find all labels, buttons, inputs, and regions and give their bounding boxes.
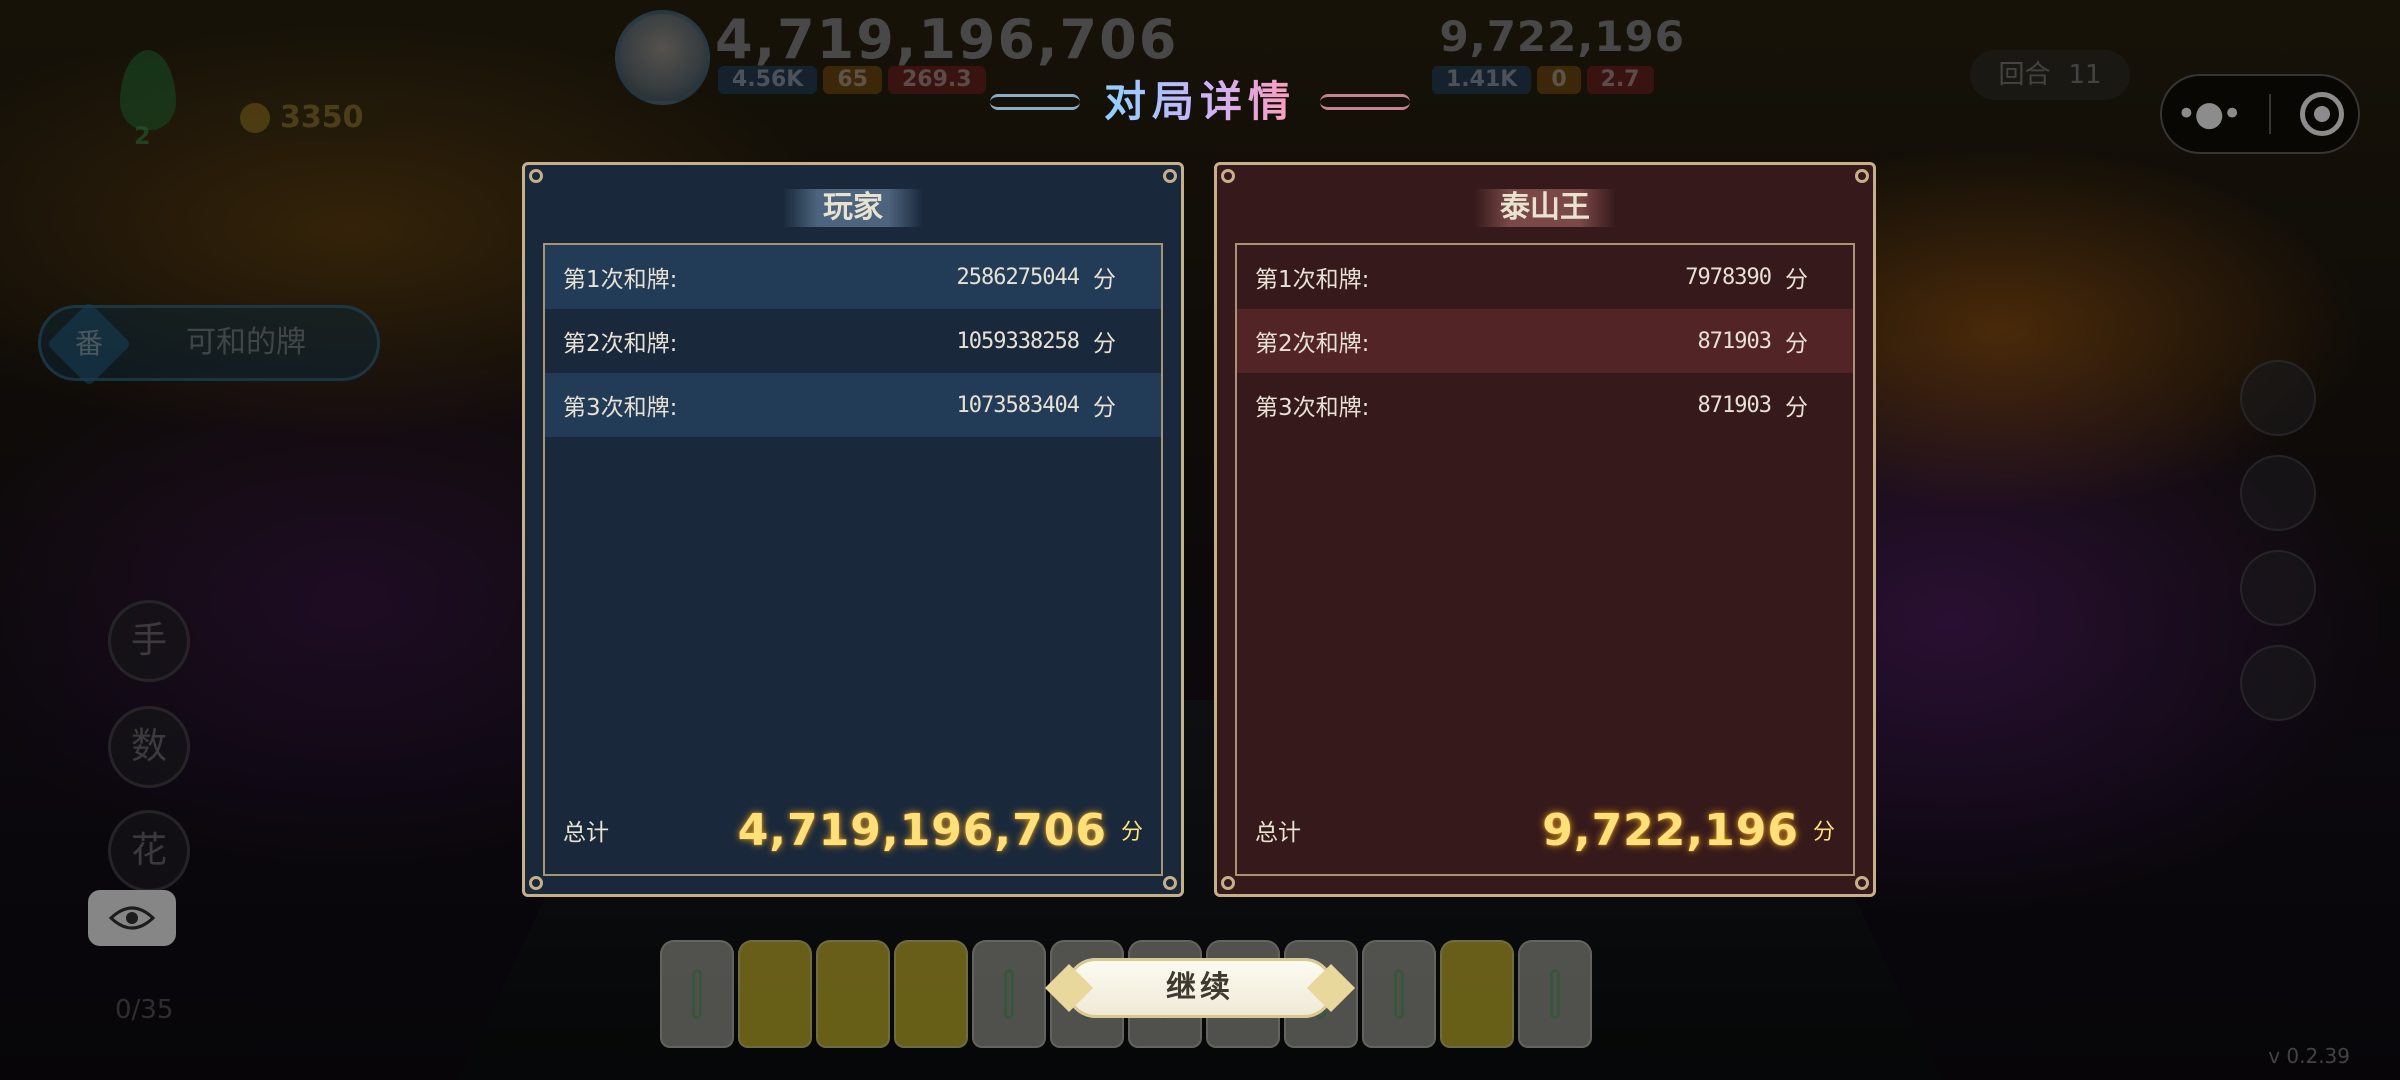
row-value: 871903 xyxy=(1697,328,1772,354)
match-details-title: 对局详情 xyxy=(990,72,1410,132)
row-label: 第3次和牌: xyxy=(1255,395,1370,421)
cloud-ornament-right-icon xyxy=(1320,94,1410,110)
mini-program-capsule: •●• xyxy=(2160,74,2360,154)
row-value: 1073583404 xyxy=(956,392,1080,418)
total-value: 9,722,196 xyxy=(1542,804,1799,856)
corner-ornament xyxy=(1855,876,1869,890)
deck-counter: 0/35 xyxy=(115,995,174,1025)
row-unit: 分 xyxy=(1785,395,1808,421)
mahjong-tile xyxy=(894,940,968,1048)
hud-player-score: 4,719,196,706 xyxy=(715,8,1179,71)
hud-opponent-score: 9,722,196 xyxy=(1439,12,1685,61)
row-label: 第1次和牌: xyxy=(1255,267,1370,293)
continue-button[interactable]: 继续 xyxy=(1066,958,1334,1018)
mahjong-tile xyxy=(816,940,890,1048)
total-value: 4,719,196,706 xyxy=(737,804,1107,856)
eye-toggle-button[interactable] xyxy=(88,890,176,946)
hud-player-mult: 269.3 xyxy=(887,66,986,94)
player-score-list: 第1次和牌: 2586275044 分 第2次和牌: 1059338258 分 … xyxy=(543,243,1163,876)
mahjong-tile xyxy=(660,940,734,1048)
player-panel-title: 玩家 xyxy=(783,189,923,227)
corner-ornament xyxy=(1221,876,1235,890)
score-row: 第3次和牌: 871903 分 xyxy=(1237,373,1853,437)
round-indicator: 回合 11 xyxy=(1970,50,2130,100)
plant-icon[interactable] xyxy=(2240,645,2316,721)
row-value: 7978390 xyxy=(1685,264,1772,290)
fan-badge-icon: 番 xyxy=(46,301,132,387)
vase-icon[interactable] xyxy=(2240,360,2316,436)
hud-opponent-mult: 2.7 xyxy=(1586,66,1654,94)
row-label: 第2次和牌: xyxy=(563,331,678,357)
score-row: 第2次和牌: 1059338258 分 xyxy=(545,309,1161,373)
total-unit: 分 xyxy=(1812,820,1835,845)
score-row: 第2次和牌: 871903 分 xyxy=(1237,309,1853,373)
row-unit: 分 xyxy=(1093,331,1116,357)
row-unit: 分 xyxy=(1093,395,1116,421)
row-label: 第3次和牌: xyxy=(563,395,678,421)
more-dots-icon[interactable]: •●• xyxy=(2176,94,2242,134)
score-row: 第1次和牌: 7978390 分 xyxy=(1237,245,1853,309)
corner-ornament xyxy=(1221,169,1235,183)
eye-icon xyxy=(109,906,155,930)
corner-ornament xyxy=(529,169,543,183)
row-value: 871903 xyxy=(1697,392,1772,418)
row-label: 第2次和牌: xyxy=(1255,331,1370,357)
player-total: 总计 4,719,196,706 分 xyxy=(563,800,1143,860)
hud-opponent-stats: 1.41K 0 2.7 xyxy=(1432,66,1654,96)
row-unit: 分 xyxy=(1785,331,1808,357)
boss-score-list: 第1次和牌: 7978390 分 第2次和牌: 871903 分 第3次和牌: … xyxy=(1235,243,1855,876)
count-button[interactable]: 数 xyxy=(108,706,190,788)
target-circle-icon[interactable] xyxy=(2299,92,2344,136)
flame-value: 2 xyxy=(134,122,151,150)
boss-total: 总计 9,722,196 分 xyxy=(1255,800,1835,860)
mahjong-tile xyxy=(1362,940,1436,1048)
flower-button[interactable]: 花 xyxy=(108,810,190,892)
player-avatar xyxy=(615,10,710,105)
version-label: v 0.2.39 xyxy=(2268,1044,2350,1068)
hud-player-fan: 65 xyxy=(823,66,882,94)
row-value: 1059338258 xyxy=(956,328,1080,354)
grapes-icon[interactable] xyxy=(2240,455,2316,531)
hud-player-stats: 4.56K 65 269.3 xyxy=(718,66,986,96)
capsule-divider xyxy=(2268,94,2271,134)
winning-tiles-label: 可和的牌 xyxy=(186,325,306,360)
mahjong-tile xyxy=(738,940,812,1048)
boss-panel-title: 泰山王 xyxy=(1475,189,1615,227)
hud-opponent-chips: 1.41K xyxy=(1432,66,1532,94)
horse-icon[interactable] xyxy=(2240,550,2316,626)
winning-tiles-button[interactable]: 番 可和的牌 xyxy=(38,301,380,387)
corner-ornament xyxy=(529,876,543,890)
player-result-panel: 玩家 第1次和牌: 2586275044 分 第2次和牌: 1059338258… xyxy=(522,162,1184,897)
mahjong-tile xyxy=(972,940,1046,1048)
hud-opponent-fan: 0 xyxy=(1537,66,1581,94)
row-unit: 分 xyxy=(1785,267,1808,293)
round-value: 11 xyxy=(2068,60,2102,90)
row-unit: 分 xyxy=(1093,267,1116,293)
corner-ornament xyxy=(1163,169,1177,183)
mahjong-tile xyxy=(1518,940,1592,1048)
boss-result-panel: 泰山王 第1次和牌: 7978390 分 第2次和牌: 871903 分 第3次… xyxy=(1214,162,1876,897)
score-row: 第3次和牌: 1073583404 分 xyxy=(545,373,1161,437)
total-unit: 分 xyxy=(1120,820,1143,845)
row-value: 2586275044 xyxy=(956,264,1080,290)
hud-player-chips: 4.56K xyxy=(718,66,818,94)
total-label: 总计 xyxy=(563,820,609,846)
mahjong-tile xyxy=(1440,940,1514,1048)
round-label: 回合 xyxy=(1998,60,2051,90)
hand-button[interactable]: 手 xyxy=(108,600,190,682)
cloud-ornament-left-icon xyxy=(990,94,1080,110)
corner-ornament xyxy=(1855,169,1869,183)
coin-counter: 3350 xyxy=(232,95,387,141)
total-label: 总计 xyxy=(1255,820,1301,846)
fan-glyph: 番 xyxy=(74,327,103,360)
flame-icon xyxy=(120,50,176,130)
title-text: 对局详情 xyxy=(1103,77,1296,126)
corner-ornament xyxy=(1163,876,1177,890)
score-row: 第1次和牌: 2586275044 分 xyxy=(545,245,1161,309)
row-label: 第1次和牌: xyxy=(563,267,678,293)
